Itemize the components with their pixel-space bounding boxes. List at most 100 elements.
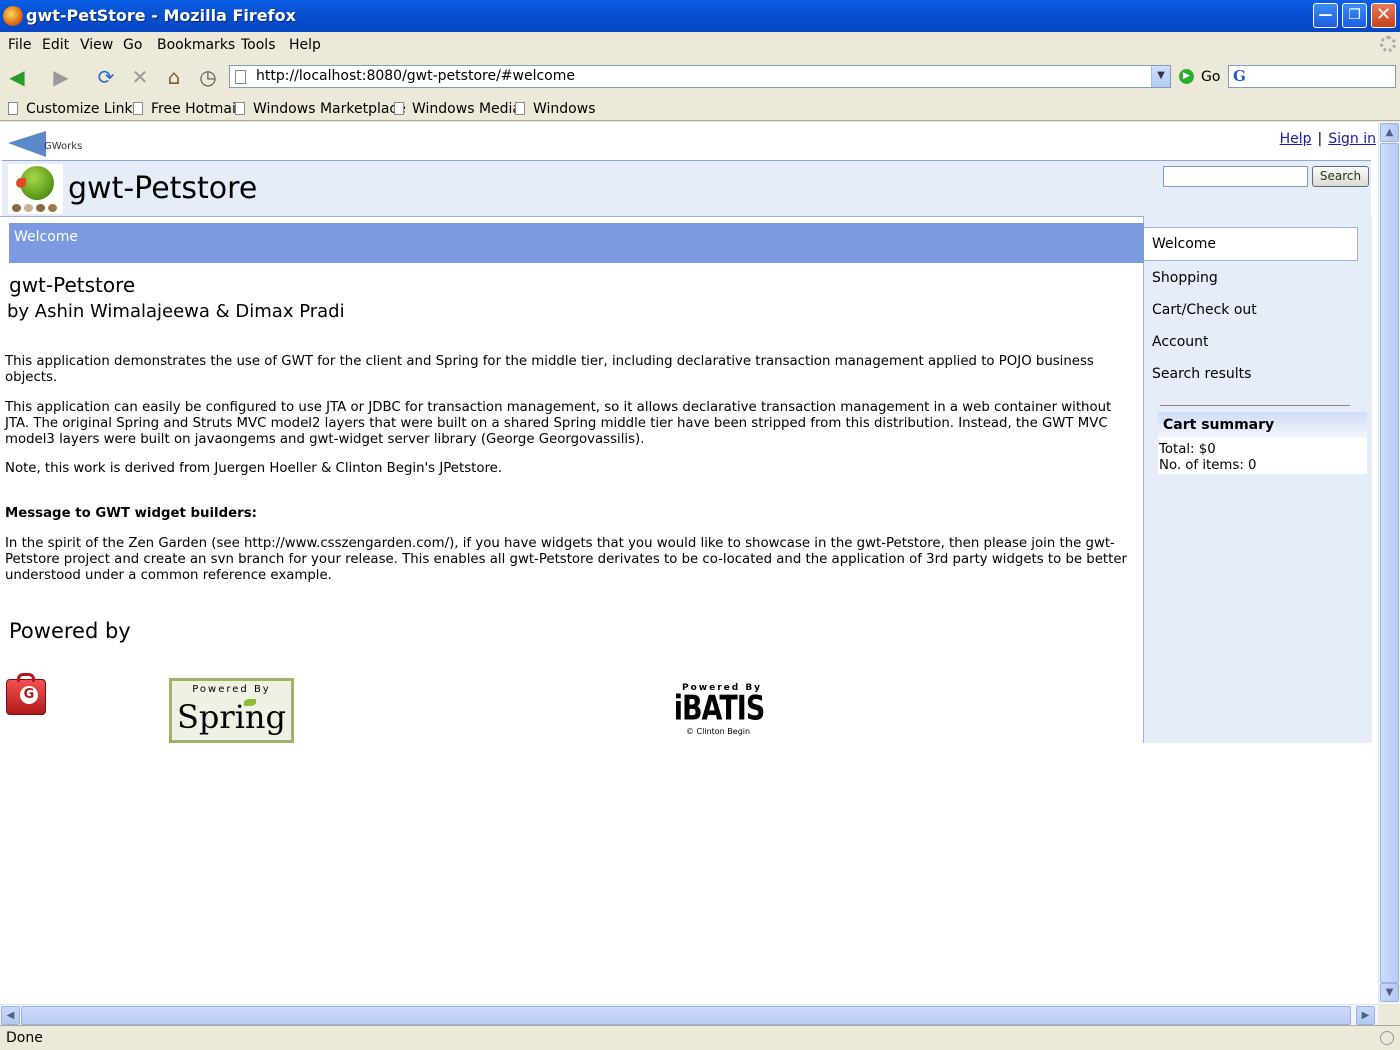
close-button[interactable]: ✕	[1371, 3, 1396, 28]
scroll-left-button[interactable]: ◀	[1, 1006, 20, 1025]
browser-search-box[interactable]: G	[1228, 65, 1396, 88]
message-heading: Message to GWT widget builders:	[5, 506, 257, 521]
reload-button[interactable]: ⟳	[94, 65, 118, 89]
status-bar: Done	[0, 1025, 1400, 1050]
bookmark-label: Customize Links	[26, 101, 140, 117]
cart-item-count: No. of items: 0	[1159, 458, 1257, 473]
config-paragraph: This application can easily be configure…	[5, 400, 1112, 447]
bookmark-page-icon	[235, 102, 245, 115]
navigation-toolbar: ◀ ▶ ⟳ ✕ ⌂ ◷ http://localhost:8080/gwt-pe…	[0, 58, 1400, 96]
bookmark-label: Free Hotmail	[151, 101, 240, 117]
search-engine-icon[interactable]: G	[1233, 67, 1246, 85]
toolbox-handle	[17, 673, 35, 682]
top-links: Help | Sign in	[1280, 131, 1376, 147]
stop-button[interactable]: ✕	[128, 65, 152, 89]
bookmark-page-icon	[515, 102, 525, 115]
message-body: In the spirit of the Zen Garden (see htt…	[5, 536, 1128, 583]
parrot-beak	[16, 178, 26, 188]
vertical-scroll-thumb[interactable]	[1380, 143, 1399, 983]
status-text: Done	[6, 1030, 43, 1046]
help-link[interactable]: Help	[1280, 131, 1312, 147]
scrollbar-corner	[1378, 1004, 1400, 1025]
ibatis-logo[interactable]: Powered By iBATIS © Clinton Begin	[664, 683, 774, 739]
scroll-right-button[interactable]: ▶	[1356, 1006, 1375, 1025]
welcome-tab-label: Welcome	[14, 229, 79, 245]
bookmark-customize-links[interactable]: Customize Links	[8, 101, 140, 117]
throbber-icon	[1380, 36, 1396, 52]
bookmark-label: Windows Media	[412, 101, 521, 117]
spring-powered-by: Powered By	[192, 684, 271, 695]
vertical-scrollbar[interactable]: ▲ ▼	[1378, 122, 1400, 1004]
maximize-button[interactable]: ❐	[1342, 3, 1367, 28]
history-button[interactable]: ◷	[196, 65, 220, 89]
menu-file[interactable]: File	[8, 37, 31, 53]
bookmark-page-icon	[394, 102, 404, 115]
page-authors: by Ashin Wimalajeewa & Dimax Pradi	[7, 301, 345, 322]
home-button[interactable]: ⌂	[162, 65, 186, 89]
scroll-down-button[interactable]: ▼	[1380, 983, 1399, 1002]
scroll-up-button[interactable]: ▲	[1380, 123, 1399, 142]
go-icon[interactable]: ▶	[1179, 69, 1194, 84]
forward-button[interactable]: ▶	[49, 65, 73, 89]
bookmark-page-icon	[8, 102, 18, 115]
firefox-icon	[3, 6, 23, 26]
sidebar-item-account[interactable]: Account	[1152, 334, 1209, 350]
gwt-toolbox-logo[interactable]: G	[6, 673, 46, 715]
window-titlebar: gwt-PetStore - Mozilla Firefox — ❐ ✕	[0, 0, 1400, 32]
menu-go[interactable]: Go	[123, 37, 142, 53]
bookmark-windows[interactable]: Windows	[515, 101, 596, 117]
menu-help[interactable]: Help	[289, 37, 321, 53]
sidebar-item-welcome[interactable]: Welcome	[1144, 227, 1358, 261]
ibatis-copyright: © Clinton Begin	[686, 727, 751, 736]
note-paragraph: Note, this work is derived from Juergen …	[5, 461, 503, 476]
minimize-button[interactable]: —	[1313, 3, 1338, 28]
link-separator: |	[1317, 131, 1323, 147]
go-button[interactable]: Go	[1201, 69, 1220, 85]
sidebar-item-label: Welcome	[1152, 236, 1217, 252]
bookmark-windows-media[interactable]: Windows Media	[394, 101, 521, 117]
menu-bar: File Edit View Go Bookmarks Tools Help	[0, 32, 1400, 58]
cart-summary-title: Cart summary	[1163, 417, 1275, 433]
site-title: gwt-Petstore	[68, 171, 258, 206]
horizontal-scroll-thumb[interactable]	[21, 1006, 1351, 1025]
back-button[interactable]: ◀	[5, 65, 29, 89]
gwt-logo-letter: G	[20, 686, 38, 704]
main-content: Welcome gwt-Petstore by Ashin Wimalajeew…	[0, 216, 1144, 743]
petstore-parrot-logo	[8, 164, 63, 214]
search-input[interactable]	[1163, 166, 1308, 187]
sidebar-divider	[1160, 405, 1350, 406]
spring-logo[interactable]: Powered By Spring	[169, 678, 294, 743]
sidebar-item-shopping[interactable]: Shopping	[1152, 270, 1218, 286]
cart-total: Total: $0	[1159, 442, 1216, 457]
sidebar-item-cart-checkout[interactable]: Cart/Check out	[1152, 302, 1257, 318]
menu-bookmarks[interactable]: Bookmarks	[157, 37, 235, 53]
address-url[interactable]: http://localhost:8080/gwt-petstore/#welc…	[256, 68, 575, 84]
address-bar[interactable]: http://localhost:8080/gwt-petstore/#welc…	[229, 65, 1171, 88]
security-status-icon	[1380, 1031, 1394, 1045]
menu-edit[interactable]: Edit	[42, 37, 69, 53]
spring-name: Spring	[176, 698, 287, 736]
menu-view[interactable]: View	[80, 37, 113, 53]
cart-summary: Cart summary Total: $0 No. of items: 0	[1158, 412, 1367, 474]
page-heading: gwt-Petstore	[9, 273, 136, 297]
gworks-logo[interactable]: GWorks	[8, 129, 98, 157]
window-title: gwt-PetStore - Mozilla Firefox	[26, 6, 296, 25]
sign-in-link[interactable]: Sign in	[1328, 131, 1376, 147]
welcome-tab-bar: Welcome	[9, 223, 1144, 263]
pet-icon	[24, 204, 33, 212]
pet-icon	[48, 204, 57, 212]
sidebar: Welcome Shopping Cart/Check out Account …	[1144, 216, 1372, 743]
bookmark-windows-marketplace[interactable]: Windows Marketplace	[235, 101, 406, 117]
search-button[interactable]: Search	[1312, 166, 1369, 187]
bookmark-label: Windows	[533, 101, 596, 117]
address-dropdown-button[interactable]: ▼	[1151, 66, 1170, 87]
intro-paragraph: This application demonstrates the use of…	[5, 354, 1094, 385]
sidebar-item-search-results[interactable]: Search results	[1152, 366, 1251, 382]
menu-tools[interactable]: Tools	[241, 37, 276, 53]
bookmark-page-icon	[133, 102, 143, 115]
page-icon	[235, 70, 246, 84]
pet-icon	[12, 204, 21, 212]
horizontal-scrollbar[interactable]: ◀ ▶	[0, 1004, 1378, 1025]
pet-icon	[36, 204, 45, 212]
bookmark-free-hotmail[interactable]: Free Hotmail	[133, 101, 240, 117]
